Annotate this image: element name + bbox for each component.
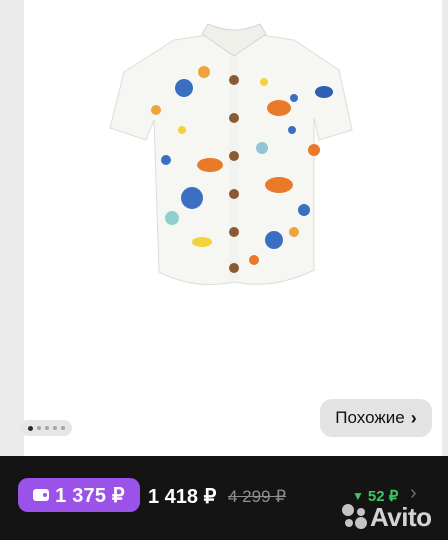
- pager-dot[interactable]: [36, 426, 41, 430]
- gallery-side-left: [0, 0, 24, 456]
- similar-button[interactable]: Похожие ›: [320, 399, 432, 437]
- wallet-price-button[interactable]: 1 375 ₽: [18, 478, 140, 512]
- wallet-icon: [33, 489, 50, 501]
- old-price: 4 299 ₽: [228, 487, 287, 506]
- shirt-image: [109, 23, 353, 285]
- pager-dot[interactable]: [60, 426, 65, 430]
- wallet-price: 1 375 ₽: [55, 484, 125, 507]
- pager-dot[interactable]: [27, 425, 33, 431]
- photo-gallery[interactable]: [0, 0, 448, 456]
- avito-watermark: Avito: [340, 498, 444, 534]
- bottom-price-bar: 1 375 ₽ 1 418 ₽ 4 299 ₽ ▼ 52 ₽ › Avito: [0, 456, 448, 540]
- avito-watermark-text: Avito: [370, 502, 432, 532]
- current-price: 1 418 ₽: [148, 486, 217, 508]
- gallery-side-right: [442, 0, 448, 456]
- product-photo[interactable]: [24, 0, 442, 456]
- image-pager[interactable]: [20, 420, 72, 436]
- avito-logo-icon: [342, 504, 367, 529]
- pager-dot[interactable]: [52, 426, 57, 430]
- chevron-right-icon: ›: [410, 408, 417, 428]
- similar-button-label: Похожие: [335, 408, 405, 427]
- pager-dot[interactable]: [44, 426, 49, 430]
